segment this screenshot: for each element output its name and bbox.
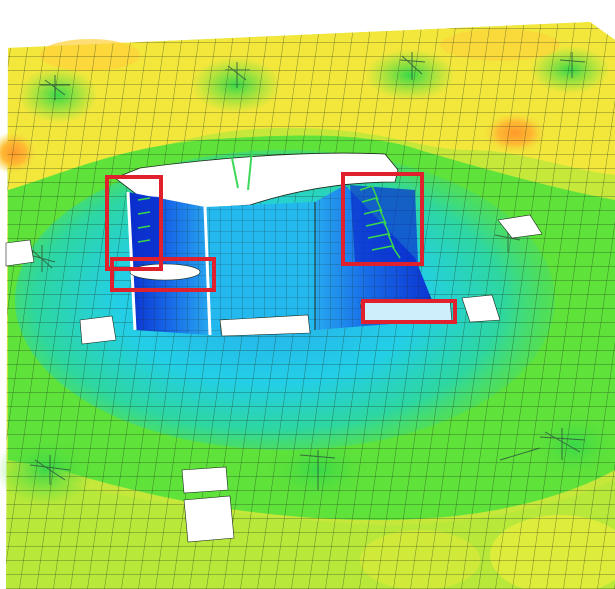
- fe-model-viewport[interactable]: [0, 0, 615, 589]
- opening-bottom-b: [183, 495, 235, 543]
- opening-lower-left: [79, 315, 117, 345]
- opening-left-edge: [5, 239, 35, 267]
- slab-contour-plot: [0, 22, 615, 589]
- opening-bottom-a: [181, 466, 229, 494]
